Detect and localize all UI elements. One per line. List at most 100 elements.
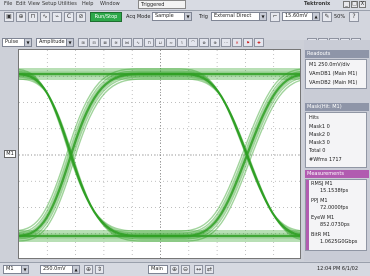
autoset-icon[interactable]: ⌁: [52, 12, 62, 22]
menu-window[interactable]: Window: [100, 1, 120, 7]
zoom-out-icon[interactable]: ⊖: [181, 265, 190, 274]
help-icon[interactable]: ?: [349, 12, 359, 22]
graticule-grid: [19, 50, 300, 258]
eye-trace: [19, 76, 300, 240]
eye-trace: [19, 78, 300, 242]
offset-icon[interactable]: ⇕: [95, 265, 104, 274]
measurement-label[interactable]: EyeW M1: [311, 215, 334, 221]
readout-row[interactable]: VAmDB2 (Main M1): [309, 80, 357, 86]
readouts-header: Readouts: [305, 50, 369, 58]
measure-button-13[interactable]: ⊕: [210, 38, 220, 47]
trig-value: External Direct: [214, 13, 252, 19]
measure-button-10[interactable]: ⌇: [177, 38, 187, 47]
measure-button-6[interactable]: ∿: [133, 38, 143, 47]
measure-button-1[interactable]: ⊞: [78, 38, 88, 47]
marker-icon[interactable]: ✚: [254, 38, 264, 47]
toolbar: ▣ ⊕ ⊓ ∿ ⌁ C ⊘ Run/Stop Acq Mode Sample ▼…: [0, 11, 370, 47]
acq-mode-value: Sample: [155, 13, 174, 19]
chevron-down-icon: ▼: [24, 39, 31, 46]
trig-label: Trig: [199, 14, 208, 20]
menu-utilities[interactable]: Utilities: [58, 1, 77, 7]
flag-icon[interactable]: ⚑: [243, 38, 253, 47]
maximize-button[interactable]: □: [351, 1, 358, 8]
menu-setup[interactable]: Setup: [42, 1, 57, 7]
waveform-icon[interactable]: ∿: [40, 12, 50, 22]
mask-header: Mask(Hit: M1): [305, 103, 369, 111]
menu-file[interactable]: File: [4, 1, 12, 7]
measure-button-5[interactable]: ⋈: [122, 38, 132, 47]
meas-type-select[interactable]: Pulse ▼: [2, 38, 32, 47]
chevron-down-icon: ▼: [66, 39, 73, 46]
minimize-button[interactable]: _: [343, 1, 350, 8]
chevron-down-icon: ▼: [21, 266, 28, 273]
menu-view[interactable]: View: [28, 1, 40, 7]
trig-select[interactable]: External Direct ▼: [211, 12, 267, 21]
open-icon[interactable]: ▣: [4, 12, 14, 22]
mask-row: Total 0: [309, 148, 326, 154]
horizontal-icon[interactable]: ↔: [194, 265, 203, 274]
menu-help[interactable]: Help: [82, 1, 93, 7]
zoom-in-icon[interactable]: ⊕: [170, 265, 179, 274]
delay-icon[interactable]: ⇄: [205, 265, 214, 274]
channel-select[interactable]: M1 ▼: [3, 265, 29, 274]
measurement-label[interactable]: PPJ M1: [311, 198, 328, 204]
measure-button-14[interactable]: ⋯: [221, 38, 231, 47]
acq-mode-label: Acq Mode: [126, 14, 151, 20]
measure-button-12[interactable]: ⊗: [199, 38, 209, 47]
channel-value: M1: [6, 266, 14, 272]
measure-button-4[interactable]: ≋: [111, 38, 121, 47]
eye-diagram-display[interactable]: [18, 49, 301, 259]
meas-param-select[interactable]: Amplitude ▼: [36, 38, 74, 47]
trigger-slope-icon[interactable]: ⌐: [270, 12, 280, 22]
eye-trace: [19, 71, 300, 235]
scale-value: 250.0mV: [43, 266, 66, 272]
view-select[interactable]: Main: [148, 265, 168, 274]
view-value: Main: [151, 266, 163, 272]
measure-button-9[interactable]: ≈: [166, 38, 176, 47]
measurement-label[interactable]: BitR M1: [311, 232, 330, 238]
close-button[interactable]: X: [359, 1, 366, 8]
eye-trace: [19, 76, 300, 240]
chevron-down-icon: ▼: [184, 13, 191, 20]
run-stop-button[interactable]: Run/Stop: [90, 12, 122, 22]
measurement-value: 15.1538fps: [320, 188, 349, 194]
position-icon[interactable]: ⊕: [84, 265, 93, 274]
trig-level-input[interactable]: 15.60mV ▲: [282, 12, 320, 21]
delete-measure-icon[interactable]: ✕: [232, 38, 242, 47]
measurement-label[interactable]: RMSJ M1: [311, 181, 333, 187]
mask-row: Mask3 0: [309, 140, 330, 146]
channel-marker[interactable]: M1: [4, 150, 16, 158]
eye-trace: [19, 78, 300, 242]
mask-row: Mask1 0: [309, 124, 330, 130]
measurements-header: Measurements: [305, 170, 369, 178]
side-panel: Readouts M1 250.0mV/div VAmDB1 (Main M1)…: [304, 40, 370, 261]
measurements-box: RMSJ M1 15.1538fps PPJ M1 72.0000fps Eye…: [305, 179, 367, 251]
acq-mode-select[interactable]: Sample ▼: [152, 12, 192, 21]
pulse-icon[interactable]: ⊓: [28, 12, 38, 22]
measure-button-3[interactable]: ⊠: [100, 38, 110, 47]
scale-input[interactable]: 250.0mV ▲: [40, 265, 80, 274]
clear-icon[interactable]: ⊘: [76, 12, 86, 22]
zoom-icon[interactable]: ⊕: [16, 12, 26, 22]
chevron-down-icon: ▼: [259, 13, 266, 20]
brand-logo: Tektronix: [304, 1, 331, 7]
zoom-value[interactable]: 50%: [334, 14, 345, 20]
edit-icon[interactable]: ✎: [322, 12, 332, 22]
default-icon[interactable]: C: [64, 12, 74, 22]
measurement-value: 852.0730ps: [320, 222, 350, 228]
menu-edit[interactable]: Edit: [16, 1, 26, 7]
measure-button-8[interactable]: ⊔: [155, 38, 165, 47]
measure-button-2[interactable]: ⊟: [89, 38, 99, 47]
toolbar-row-1: ▣ ⊕ ⊓ ∿ ⌁ C ⊘ Run/Stop Acq Mode Sample ▼…: [0, 11, 370, 24]
mask-row: #Wfms 1717: [309, 157, 342, 163]
bottom-bar: M1 ▼ 250.0mV ▲ ⊕ ⇕ Main ⊕ ⊖ ↔ ⇄ 12:04 PM…: [0, 262, 370, 276]
mask-row: Hits: [309, 115, 319, 121]
readout-row[interactable]: VAmDB1 (Main M1): [309, 71, 357, 77]
eye-trace: [19, 68, 300, 232]
spin-icon: ▲: [72, 266, 79, 273]
eye-trace: [19, 74, 300, 239]
eye-trace: [19, 70, 300, 234]
measure-button-7[interactable]: ⊓: [144, 38, 154, 47]
measure-button-11[interactable]: ⌒: [188, 38, 198, 47]
measurement-accent: [306, 180, 309, 250]
